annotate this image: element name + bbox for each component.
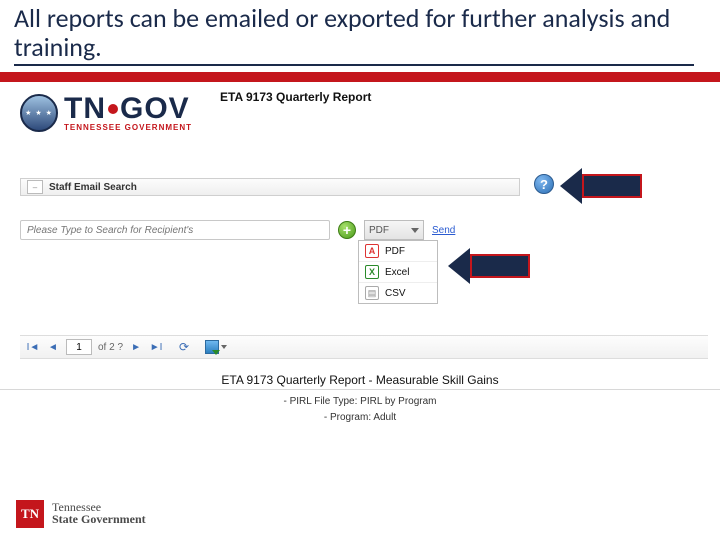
page-of-text: of 2 ? xyxy=(98,342,123,353)
csv-icon: ▤ xyxy=(365,286,379,300)
last-page-button[interactable]: ►I xyxy=(149,340,163,354)
state-seal-icon: ★ ★ ★ xyxy=(20,94,58,132)
screenshot-region: ETA 9173 Quarterly Report ★ ★ ★ TN GOV TE… xyxy=(0,90,720,450)
report-meta-line: - Program: Adult xyxy=(0,412,720,423)
report-meta-line: - PIRL File Type: PIRL by Program xyxy=(0,396,720,407)
help-icon[interactable]: ? xyxy=(534,174,554,194)
chevron-down-icon xyxy=(411,228,419,233)
tn-gov-logo: ★ ★ ★ TN GOV TENNESSEE GOVERNMENT xyxy=(20,94,192,132)
format-option-label: CSV xyxy=(385,288,406,299)
format-option-label: Excel xyxy=(385,267,409,278)
report-title: ETA 9173 Quarterly Report xyxy=(220,90,371,104)
collapse-icon[interactable]: – xyxy=(27,180,43,194)
page-title: All reports can be emailed or exported f… xyxy=(14,4,694,66)
format-option-pdf[interactable]: A PDF xyxy=(359,241,437,262)
page-number-input[interactable] xyxy=(66,339,92,355)
callout-arrow-help xyxy=(560,168,642,204)
prev-page-button[interactable]: ◄ xyxy=(46,340,60,354)
recipient-search-input[interactable] xyxy=(20,220,330,240)
brand-gov: GOV xyxy=(120,94,190,124)
export-format-menu: A PDF X Excel ▤ CSV xyxy=(358,240,438,304)
format-option-label: PDF xyxy=(385,246,405,257)
report-pager-toolbar: I◄ ◄ of 2 ? ► ►I ⟳ xyxy=(20,335,708,359)
send-link[interactable]: Send xyxy=(432,225,455,236)
section-label: Staff Email Search xyxy=(49,182,137,193)
tn-badge-icon: TN xyxy=(16,500,44,528)
brand-dot-icon xyxy=(108,104,118,114)
brand-subtitle: TENNESSEE GOVERNMENT xyxy=(64,124,192,132)
pdf-icon: A xyxy=(365,244,379,258)
next-page-button[interactable]: ► xyxy=(129,340,143,354)
export-button[interactable] xyxy=(205,340,227,354)
format-option-excel[interactable]: X Excel xyxy=(359,262,437,283)
refresh-button[interactable]: ⟳ xyxy=(179,340,189,354)
chevron-down-icon xyxy=(221,345,227,349)
export-format-dropdown[interactable]: PDF xyxy=(364,220,424,240)
callout-arrow-export xyxy=(448,248,530,284)
section-header[interactable]: – Staff Email Search xyxy=(20,178,520,196)
accent-bar xyxy=(0,72,720,82)
sub-report-title: ETA 9173 Quarterly Report - Measurable S… xyxy=(0,373,720,390)
add-recipient-button[interactable]: + xyxy=(338,221,356,239)
slide-footer-logo: TN Tennessee State Government xyxy=(16,500,146,528)
save-icon xyxy=(205,340,219,354)
brand-tn: TN xyxy=(64,94,106,124)
excel-icon: X xyxy=(365,265,379,279)
export-format-selected: PDF xyxy=(369,225,389,236)
format-option-csv[interactable]: ▤ CSV xyxy=(359,283,437,303)
footer-line2: State Government xyxy=(52,513,146,526)
first-page-button[interactable]: I◄ xyxy=(26,340,40,354)
